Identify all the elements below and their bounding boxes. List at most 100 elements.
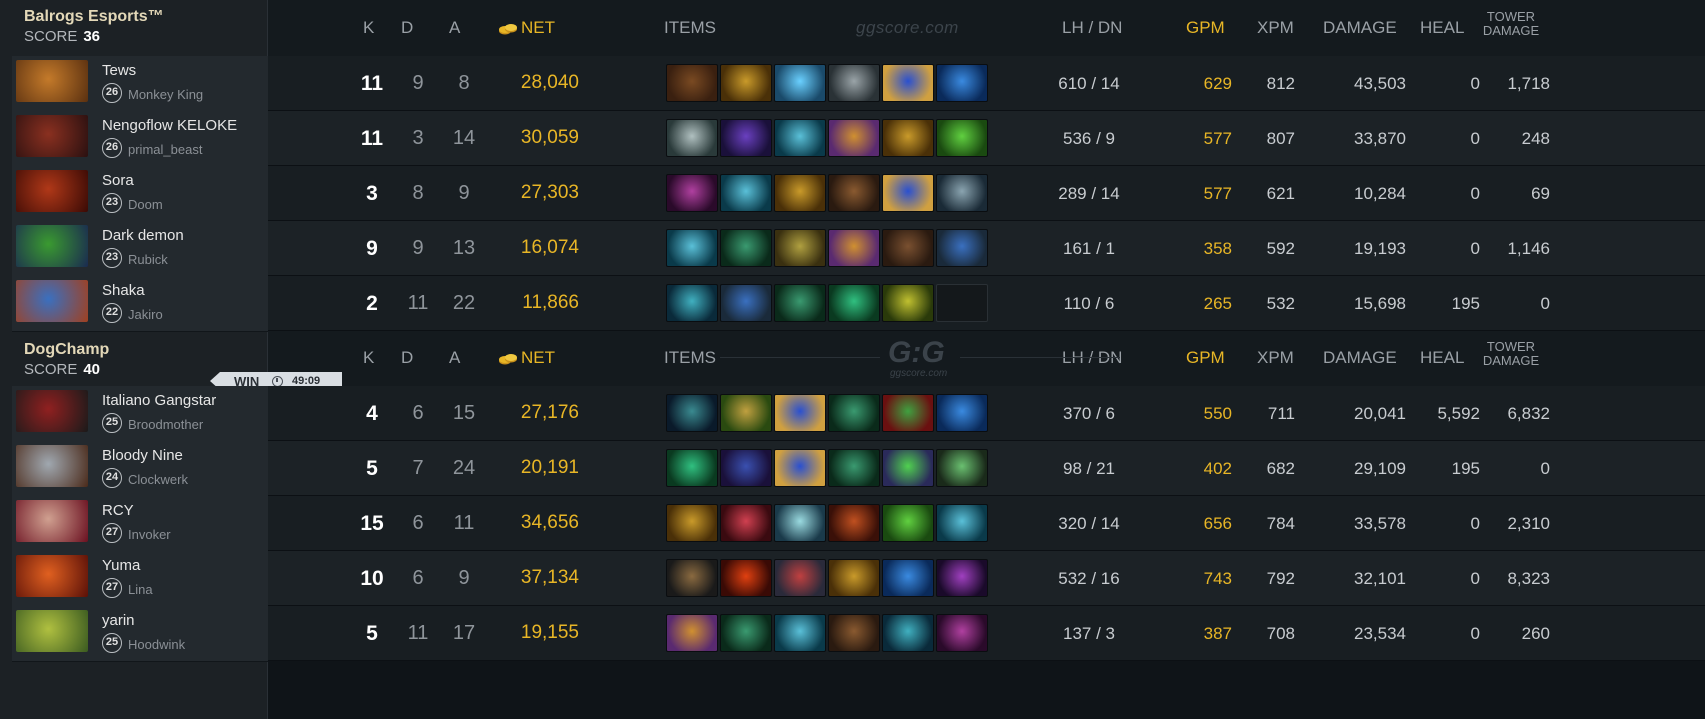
header-kills[interactable]: K [363, 18, 374, 38]
item-icon[interactable] [774, 614, 826, 652]
item-icon[interactable] [936, 504, 988, 542]
header-gpm[interactable]: GPM [1186, 348, 1225, 368]
player-card[interactable]: Bloody Nine 24 Clockwerk [12, 441, 268, 497]
item-icon[interactable] [720, 229, 772, 267]
item-icon[interactable] [882, 559, 934, 597]
item-icon[interactable] [936, 449, 988, 487]
item-icon[interactable] [828, 174, 880, 212]
header-assists[interactable]: A [449, 348, 460, 368]
player-name[interactable]: Bloody Nine [102, 447, 183, 464]
header-deaths[interactable]: D [401, 18, 413, 38]
player-card[interactable]: Italiano Gangstar 25 Broodmother [12, 386, 268, 442]
item-icon[interactable] [774, 119, 826, 157]
header-xpm[interactable]: XPM [1257, 18, 1294, 38]
header-items[interactable]: ITEMS [664, 348, 716, 368]
item-icon[interactable] [882, 284, 934, 322]
item-icon[interactable] [774, 64, 826, 102]
header-heal[interactable]: HEAL [1420, 18, 1464, 38]
player-card[interactable]: Tews 26 Monkey King [12, 56, 268, 112]
item-icon[interactable] [666, 449, 718, 487]
item-icon[interactable] [720, 559, 772, 597]
item-icon[interactable] [720, 64, 772, 102]
item-icon[interactable] [720, 119, 772, 157]
item-icon[interactable] [882, 504, 934, 542]
item-icon[interactable] [882, 394, 934, 432]
header-gpm[interactable]: GPM [1186, 18, 1225, 38]
item-icon[interactable] [828, 64, 880, 102]
item-icon[interactable] [774, 449, 826, 487]
header-net-worth[interactable]: NET [521, 348, 555, 368]
player-name[interactable]: Tews [102, 62, 136, 79]
player-card[interactable]: Shaka 22 Jakiro [12, 276, 268, 332]
player-card[interactable]: Yuma 27 Lina [12, 551, 268, 607]
item-icon[interactable] [936, 229, 988, 267]
item-icon[interactable] [828, 119, 880, 157]
player-name[interactable]: Sora [102, 172, 134, 189]
header-xpm[interactable]: XPM [1257, 348, 1294, 368]
item-icon[interactable] [774, 394, 826, 432]
item-icon[interactable] [882, 64, 934, 102]
item-icon[interactable] [774, 174, 826, 212]
item-icon[interactable] [936, 119, 988, 157]
item-icon[interactable] [774, 504, 826, 542]
item-icon[interactable] [720, 284, 772, 322]
item-icon[interactable] [828, 504, 880, 542]
item-icon[interactable] [882, 229, 934, 267]
item-icon[interactable] [882, 174, 934, 212]
item-icon[interactable] [666, 64, 718, 102]
item-icon[interactable] [774, 284, 826, 322]
item-icon[interactable] [828, 559, 880, 597]
item-icon[interactable] [666, 614, 718, 652]
item-icon[interactable] [936, 64, 988, 102]
player-name[interactable]: Dark demon [102, 227, 184, 244]
item-icon[interactable] [936, 174, 988, 212]
player-card[interactable]: Sora 23 Doom [12, 166, 268, 222]
team-name[interactable]: Balrogs Esports™ [24, 8, 164, 26]
header-net-worth[interactable]: NET [521, 18, 555, 38]
header-tower-damage[interactable]: TOWER DAMAGE [1476, 340, 1546, 368]
item-icon[interactable] [828, 614, 880, 652]
item-icon[interactable] [882, 119, 934, 157]
player-card[interactable]: Dark demon 23 Rubick [12, 221, 268, 277]
item-icon[interactable] [774, 229, 826, 267]
player-name[interactable]: Nengoflow KELOKE [102, 117, 237, 134]
header-lh-dn[interactable]: LH / DN [1062, 18, 1122, 38]
header-tower-damage[interactable]: TOWER DAMAGE [1476, 10, 1546, 38]
header-kills[interactable]: K [363, 348, 374, 368]
item-icon[interactable] [666, 229, 718, 267]
item-icon[interactable] [882, 449, 934, 487]
player-name[interactable]: yarin [102, 612, 135, 629]
item-icon[interactable] [720, 504, 772, 542]
item-icon[interactable] [828, 449, 880, 487]
item-icon[interactable] [774, 559, 826, 597]
player-card[interactable]: yarin 25 Hoodwink [12, 606, 268, 662]
player-name[interactable]: Yuma [102, 557, 140, 574]
item-icon[interactable] [666, 119, 718, 157]
header-assists[interactable]: A [449, 18, 460, 38]
item-icon[interactable] [666, 559, 718, 597]
player-name[interactable]: Italiano Gangstar [102, 392, 216, 409]
item-icon[interactable] [720, 174, 772, 212]
header-lh-dn[interactable]: LH / DN [1062, 348, 1122, 368]
item-icon[interactable] [936, 559, 988, 597]
item-icon[interactable] [936, 614, 988, 652]
item-icon[interactable] [720, 394, 772, 432]
item-icon[interactable] [936, 394, 988, 432]
item-icon[interactable] [828, 284, 880, 322]
header-heal[interactable]: HEAL [1420, 348, 1464, 368]
item-icon[interactable] [720, 614, 772, 652]
item-icon[interactable] [828, 394, 880, 432]
header-damage[interactable]: DAMAGE [1323, 348, 1397, 368]
player-card[interactable]: RCY 27 Invoker [12, 496, 268, 552]
item-icon[interactable] [666, 284, 718, 322]
item-icon[interactable] [666, 394, 718, 432]
player-card[interactable]: Nengoflow KELOKE 26 primal_beast [12, 111, 268, 167]
player-name[interactable]: Shaka [102, 282, 145, 299]
item-icon[interactable] [720, 449, 772, 487]
item-icon[interactable] [666, 504, 718, 542]
header-items[interactable]: ITEMS [664, 18, 716, 38]
item-icon[interactable] [666, 174, 718, 212]
item-icon[interactable] [828, 229, 880, 267]
header-damage[interactable]: DAMAGE [1323, 18, 1397, 38]
player-name[interactable]: RCY [102, 502, 134, 519]
